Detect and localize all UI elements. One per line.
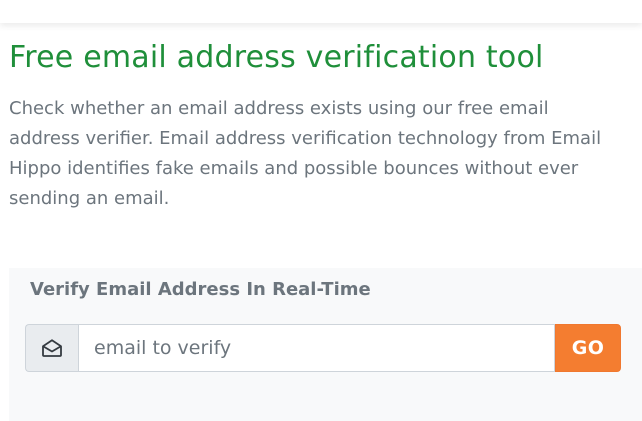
- page-description: Check whether an email address exists us…: [9, 98, 602, 209]
- top-navigation-strip: [0, 0, 642, 23]
- email-input-prefix: [25, 324, 78, 372]
- go-button[interactable]: GO: [555, 324, 621, 372]
- verify-email-heading: Verify Email Address In Real-Time: [30, 279, 371, 300]
- email-to-verify-input[interactable]: [78, 324, 555, 372]
- envelope-open-icon: [41, 338, 63, 358]
- page: Free email address verification tool Che…: [0, 0, 642, 421]
- verify-email-panel: Verify Email Address In Real-Time GO: [9, 268, 642, 421]
- hero-section: Free email address verification tool Che…: [9, 36, 619, 214]
- page-title: Free email address verification tool: [9, 40, 544, 75]
- email-verify-input-group: GO: [25, 324, 621, 372]
